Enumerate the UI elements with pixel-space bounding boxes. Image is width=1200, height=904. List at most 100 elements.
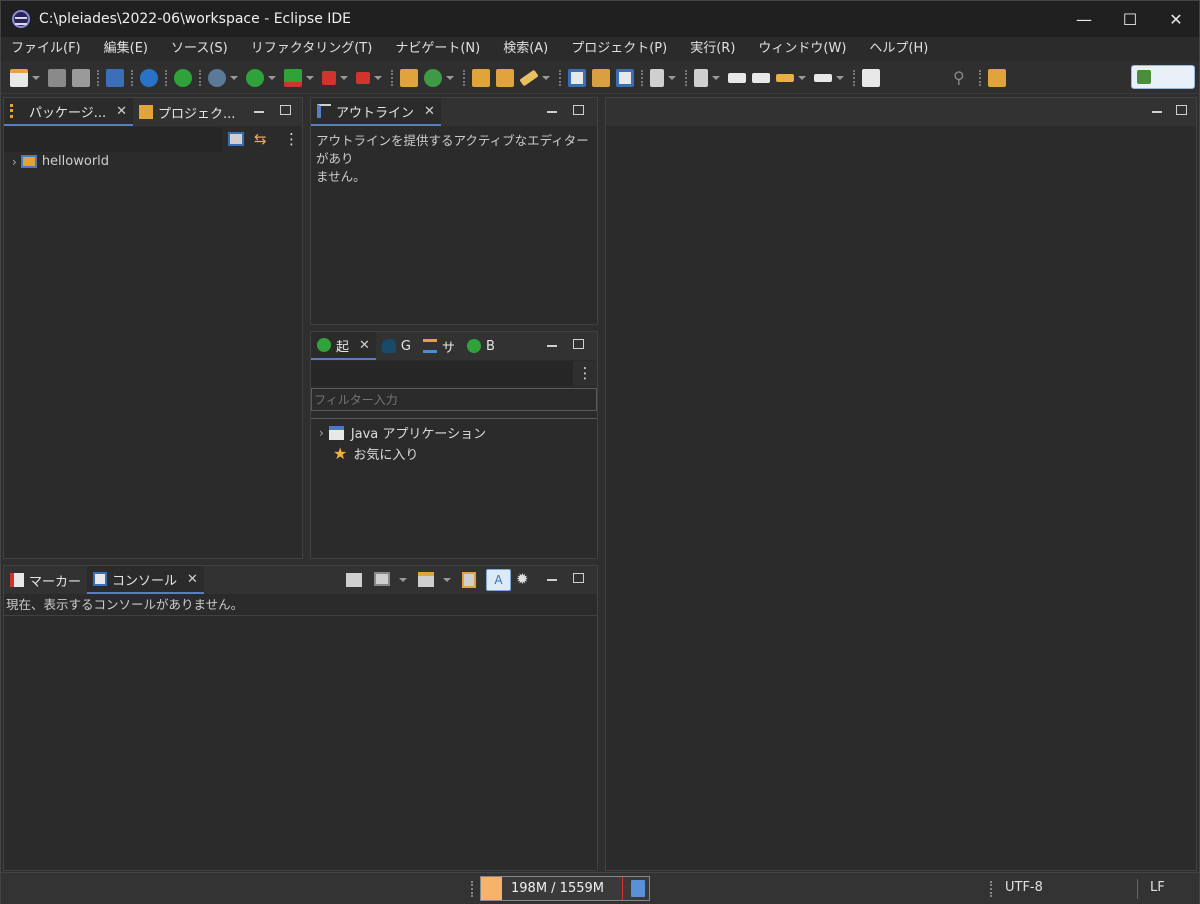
filter-input[interactable] xyxy=(311,388,597,411)
external-tools-icon[interactable] xyxy=(356,71,370,84)
new-class-dropdown[interactable] xyxy=(446,75,454,80)
maximize-panel-icon[interactable] xyxy=(280,105,291,115)
pin-console-icon[interactable] xyxy=(346,573,362,587)
minimize-panel-icon[interactable] xyxy=(547,111,557,113)
annotation-dropdown[interactable] xyxy=(668,75,676,80)
collapse-all-icon[interactable] xyxy=(228,132,244,146)
coverage-icon[interactable] xyxy=(284,68,302,87)
maximize-button[interactable]: ☐ xyxy=(1107,1,1153,37)
link-editor-icon[interactable]: ⇆ xyxy=(254,130,267,148)
minimize-panel-icon[interactable] xyxy=(1152,111,1162,113)
new-class-icon[interactable] xyxy=(424,68,442,87)
encoding-status[interactable]: UTF-8 xyxy=(1005,880,1043,895)
maximize-panel-icon[interactable] xyxy=(573,339,584,349)
tab-launch[interactable]: 起 ✕ xyxy=(311,332,376,360)
terminal-icon[interactable] xyxy=(106,68,124,87)
edit-pen-icon[interactable] xyxy=(519,69,539,86)
view-menu-icon[interactable]: ⋮ xyxy=(284,130,299,148)
minimize-panel-icon[interactable] xyxy=(254,111,264,113)
minimize-button[interactable]: — xyxy=(1061,1,1107,37)
close-icon[interactable]: ✕ xyxy=(359,338,370,353)
search-icon[interactable]: ⚲ xyxy=(953,68,965,87)
menu-run[interactable]: 実行(R) xyxy=(680,37,745,61)
tab-servers[interactable]: サ xyxy=(417,332,461,360)
display-console-icon[interactable] xyxy=(374,572,390,586)
garbage-collect-icon[interactable] xyxy=(631,880,645,897)
coverage-dropdown[interactable] xyxy=(306,75,314,80)
save-all-icon[interactable] xyxy=(72,68,90,87)
maximize-panel-icon[interactable] xyxy=(1176,105,1187,115)
chevron-right-icon[interactable]: › xyxy=(12,155,17,169)
bookmark-dropdown[interactable] xyxy=(712,75,720,80)
next-edit-icon[interactable] xyxy=(752,72,770,83)
menu-help[interactable]: ヘルプ(H) xyxy=(859,37,938,61)
chevron-right-icon[interactable]: › xyxy=(319,426,324,440)
menu-file[interactable]: ファイル(F) xyxy=(1,37,91,61)
debug-icon[interactable] xyxy=(208,68,226,87)
console-settings-gear-icon[interactable]: ✹ xyxy=(516,570,529,588)
open-perspective-icon[interactable] xyxy=(987,68,1006,87)
new-icon[interactable] xyxy=(10,68,28,87)
menu-source[interactable]: ソース(S) xyxy=(161,37,238,61)
open-console-icon[interactable] xyxy=(418,572,434,587)
word-wrap-toggle-icon[interactable]: A xyxy=(486,569,511,591)
tab-console[interactable]: コンソール ✕ xyxy=(87,566,204,594)
menu-search[interactable]: 検索(A) xyxy=(493,37,558,61)
back-arrow-icon[interactable] xyxy=(776,73,794,82)
minimize-panel-icon[interactable] xyxy=(547,345,557,347)
menu-navigate[interactable]: ナビゲート(N) xyxy=(385,37,490,61)
forward-arrow-icon[interactable] xyxy=(814,73,832,82)
copy-icon[interactable] xyxy=(462,572,476,588)
maximize-panel-icon[interactable] xyxy=(573,573,584,583)
heap-max-marker xyxy=(622,877,623,900)
tab-gradle[interactable]: G xyxy=(376,332,417,360)
close-icon[interactable]: ✕ xyxy=(116,104,127,119)
debug-dropdown[interactable] xyxy=(230,75,238,80)
run-dropdown[interactable] xyxy=(268,75,276,80)
edit-dropdown[interactable] xyxy=(542,75,550,80)
launch-tree-item[interactable]: › Java アプリケーション xyxy=(319,423,486,442)
tab-boot-dashboard[interactable]: B xyxy=(461,332,501,360)
settings-gear-icon[interactable] xyxy=(140,68,158,87)
menu-window[interactable]: ウィンドウ(W) xyxy=(748,37,856,61)
close-icon[interactable]: ✕ xyxy=(187,572,198,587)
maven-icon[interactable] xyxy=(592,68,610,87)
menu-refactor[interactable]: リファクタリング(T) xyxy=(241,37,383,61)
java-perspective-button[interactable] xyxy=(1131,65,1195,89)
view-menu-icon[interactable]: ⋮ xyxy=(573,361,597,386)
stop-dropdown[interactable] xyxy=(340,75,348,80)
launch-tree-item[interactable]: ★ お気に入り xyxy=(333,444,418,463)
close-icon[interactable]: ✕ xyxy=(424,104,435,119)
open-task-icon[interactable] xyxy=(496,68,514,87)
tab-markers[interactable]: マーカー xyxy=(4,566,87,594)
maximize-panel-icon[interactable] xyxy=(573,105,584,115)
tab-package-explorer[interactable]: パッケージ... ✕ xyxy=(4,98,134,126)
tab-project-explorer[interactable]: プロジェク... xyxy=(133,98,241,126)
prev-edit-icon[interactable] xyxy=(728,72,746,83)
heap-status[interactable]: 198M / 1559M xyxy=(480,876,650,901)
new-dropdown[interactable] xyxy=(32,75,40,80)
run-icon[interactable] xyxy=(246,68,264,87)
pin-editor-icon[interactable] xyxy=(862,68,880,87)
back-dropdown[interactable] xyxy=(798,75,806,80)
line-ending-status[interactable]: LF xyxy=(1150,880,1165,895)
boot-power-icon[interactable] xyxy=(174,68,192,87)
display-console-dropdown[interactable] xyxy=(399,578,407,582)
spring-icon[interactable] xyxy=(616,68,634,87)
bookmark-icon[interactable] xyxy=(694,68,708,87)
stop-icon[interactable] xyxy=(322,70,336,85)
menu-project[interactable]: プロジェクト(P) xyxy=(561,37,677,61)
minimize-panel-icon[interactable] xyxy=(547,579,557,581)
open-console-dropdown[interactable] xyxy=(443,578,451,582)
external-tools-dropdown[interactable] xyxy=(374,75,382,80)
save-icon[interactable] xyxy=(48,68,66,87)
package-tree-item[interactable]: › helloworld xyxy=(12,154,109,169)
tab-outline[interactable]: アウトライン ✕ xyxy=(311,98,441,126)
close-button[interactable]: ✕ xyxy=(1153,1,1199,37)
search-file-icon[interactable] xyxy=(568,68,586,87)
open-type-icon[interactable] xyxy=(472,68,490,87)
new-package-icon[interactable] xyxy=(400,68,418,87)
annotation-icon[interactable] xyxy=(650,68,664,87)
forward-dropdown[interactable] xyxy=(836,75,844,80)
menu-edit[interactable]: 編集(E) xyxy=(94,37,158,61)
